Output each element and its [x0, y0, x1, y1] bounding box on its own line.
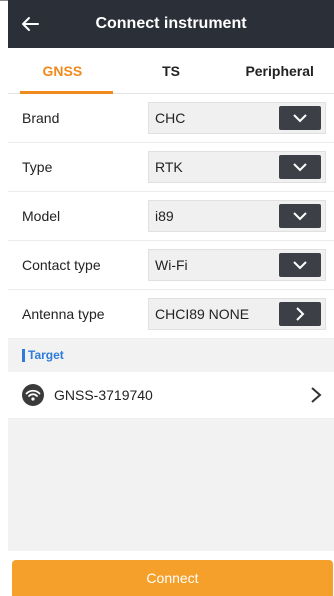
page-title: Connect instrument [95, 15, 247, 32]
model-dropdown-button[interactable] [279, 204, 321, 228]
antenna-type-button[interactable] [279, 302, 321, 326]
antenna-type-selector[interactable]: CHCI89 NONE [148, 298, 326, 330]
model-value: i89 [155, 208, 174, 224]
type-label: Type [22, 159, 53, 175]
contact-type-value: Wi-Fi [155, 257, 188, 273]
tab-peripheral[interactable]: Peripheral [225, 48, 334, 93]
connect-button[interactable]: Connect [12, 560, 333, 596]
target-device-row[interactable]: GNSS-3719740 [8, 372, 334, 419]
type-row: Type RTK [8, 143, 334, 192]
contact-type-dropdown[interactable]: Wi-Fi [148, 249, 326, 281]
arrow-left-icon [22, 17, 39, 31]
brand-value: CHC [155, 110, 186, 126]
model-row: Model i89 [8, 192, 334, 241]
tab-ts[interactable]: TS [117, 48, 226, 93]
brand-row: Brand CHC [8, 94, 334, 143]
target-section-title: Target [28, 348, 64, 362]
contact-type-dropdown-button[interactable] [279, 253, 321, 277]
brand-dropdown[interactable]: CHC [148, 102, 326, 134]
contact-type-label: Contact type [22, 257, 101, 273]
contact-type-row: Contact type Wi-Fi [8, 241, 334, 290]
type-value: RTK [155, 159, 183, 175]
antenna-type-label: Antenna type [22, 306, 105, 322]
chevron-down-icon [293, 211, 307, 220]
brand-dropdown-button[interactable] [279, 106, 321, 130]
chevron-right-icon [311, 387, 322, 403]
wifi-icon [22, 384, 44, 406]
model-dropdown[interactable]: i89 [148, 200, 326, 232]
chevron-right-icon [295, 307, 304, 321]
section-accent-bar [22, 349, 25, 362]
empty-list-area [8, 419, 334, 551]
target-section-header: Target [8, 339, 334, 372]
antenna-type-row: Antenna type CHCI89 NONE [8, 290, 334, 339]
tab-gnss[interactable]: GNSS [8, 48, 117, 94]
chevron-down-icon [293, 113, 307, 122]
chevron-down-icon [293, 162, 307, 171]
model-label: Model [22, 208, 61, 224]
type-dropdown-button[interactable] [279, 155, 321, 179]
brand-label: Brand [22, 110, 60, 126]
device-name: GNSS-3719740 [54, 387, 153, 403]
back-button[interactable] [8, 0, 52, 48]
type-dropdown[interactable]: RTK [148, 151, 326, 183]
antenna-type-value: CHCI89 NONE [155, 306, 250, 322]
tab-bar: GNSS TS Peripheral [8, 48, 334, 94]
app-header: Connect instrument [8, 0, 334, 48]
instrument-form: Brand CHC Type RTK Model i89 Contact typ… [8, 94, 334, 339]
chevron-down-icon [293, 260, 307, 269]
